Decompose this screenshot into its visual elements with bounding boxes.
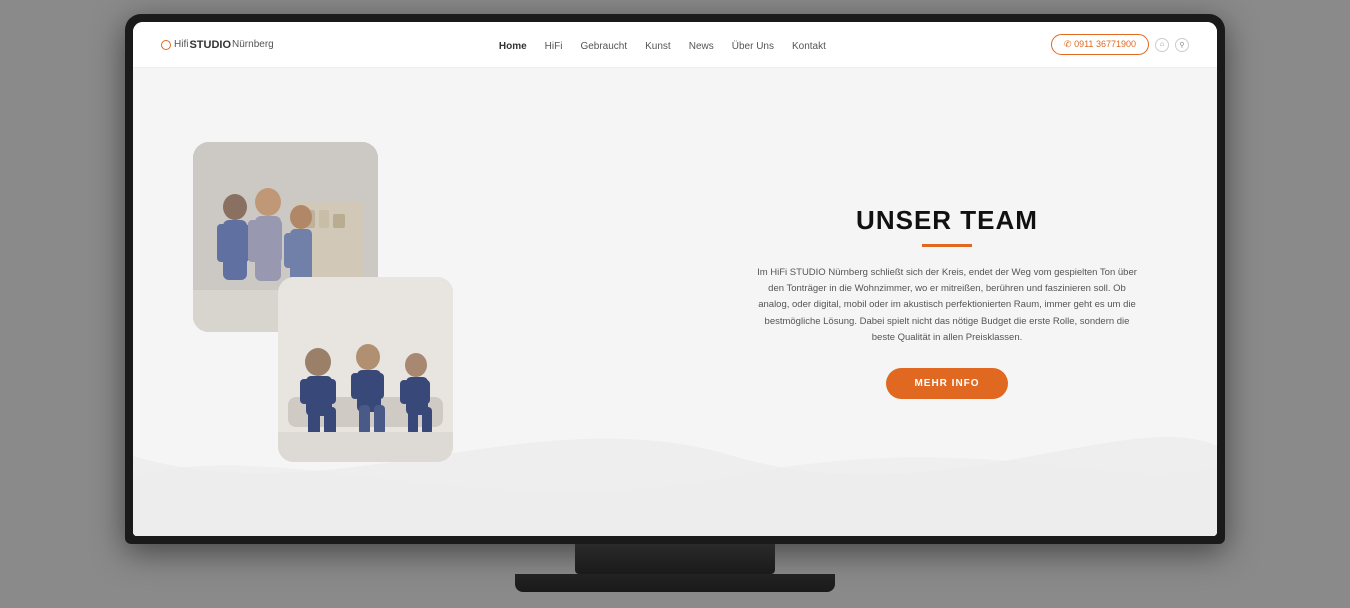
monitor-screen: Hifi STUDIO Nürnberg Home HiFi Gebraucht… [125, 14, 1225, 544]
photo-placeholder-2 [278, 277, 453, 462]
monitor-shell: Hifi STUDIO Nürnberg Home HiFi Gebraucht… [125, 14, 1225, 594]
monitor-inner: Hifi STUDIO Nürnberg Home HiFi Gebraucht… [133, 22, 1217, 536]
nav-link-gebraucht[interactable]: Gebraucht [580, 41, 627, 52]
logo-circle-icon [161, 40, 171, 50]
nav-item-hifi[interactable]: HiFi [545, 36, 563, 54]
title-underline [922, 244, 972, 247]
logo: Hifi STUDIO Nürnberg [161, 39, 274, 51]
website: Hifi STUDIO Nürnberg Home HiFi Gebraucht… [133, 22, 1217, 536]
nav-link-hifi[interactable]: HiFi [545, 41, 563, 52]
team-text-section: UNSER TEAM Im HiFi STUDIO Nürnberg schli… [757, 205, 1137, 399]
nav-link-news[interactable]: News [689, 41, 714, 52]
logo-city: Nürnberg [232, 39, 274, 50]
team-description: Im HiFi STUDIO Nürnberg schließt sich de… [757, 265, 1137, 346]
nav-menu: Home HiFi Gebraucht Kunst News Über Uns … [499, 36, 826, 54]
monitor-stand [575, 544, 775, 574]
location-glyph: ⚲ [1179, 41, 1184, 49]
nav-contact: ✆ 0911 36771900 ⌂ ⚲ [1051, 34, 1189, 55]
nav-link-home[interactable]: Home [499, 41, 527, 52]
nav-item-kunst[interactable]: Kunst [645, 36, 671, 54]
team-photos [193, 142, 453, 462]
home-icon[interactable]: ⌂ [1155, 38, 1169, 52]
team-title: UNSER TEAM [757, 205, 1137, 236]
location-icon[interactable]: ⚲ [1175, 38, 1189, 52]
nav-item-gebraucht[interactable]: Gebraucht [580, 36, 627, 54]
phone-number: ✆ 0911 36771900 [1064, 39, 1136, 50]
logo-hifi: Hifi [174, 39, 188, 50]
mehr-info-button[interactable]: MEHR INFO [886, 368, 1007, 399]
nav-item-ueber[interactable]: Über Uns [732, 36, 774, 54]
logo-studio: STUDIO [189, 39, 231, 51]
nav-item-news[interactable]: News [689, 36, 714, 54]
navbar: Hifi STUDIO Nürnberg Home HiFi Gebraucht… [133, 22, 1217, 68]
nav-item-kontakt[interactable]: Kontakt [792, 36, 826, 54]
home-glyph: ⌂ [1160, 41, 1164, 48]
team-silhouette-2 [278, 277, 453, 462]
nav-item-home[interactable]: Home [499, 36, 527, 54]
phone-button[interactable]: ✆ 0911 36771900 [1051, 34, 1149, 55]
nav-link-kontakt[interactable]: Kontakt [792, 41, 826, 52]
nav-link-kunst[interactable]: Kunst [645, 41, 671, 52]
main-content: UNSER TEAM Im HiFi STUDIO Nürnberg schli… [133, 68, 1217, 536]
content-wrapper: UNSER TEAM Im HiFi STUDIO Nürnberg schli… [133, 68, 1217, 536]
monitor-base [515, 574, 835, 592]
team-photo-2 [278, 277, 453, 462]
nav-link-ueber[interactable]: Über Uns [732, 41, 774, 52]
